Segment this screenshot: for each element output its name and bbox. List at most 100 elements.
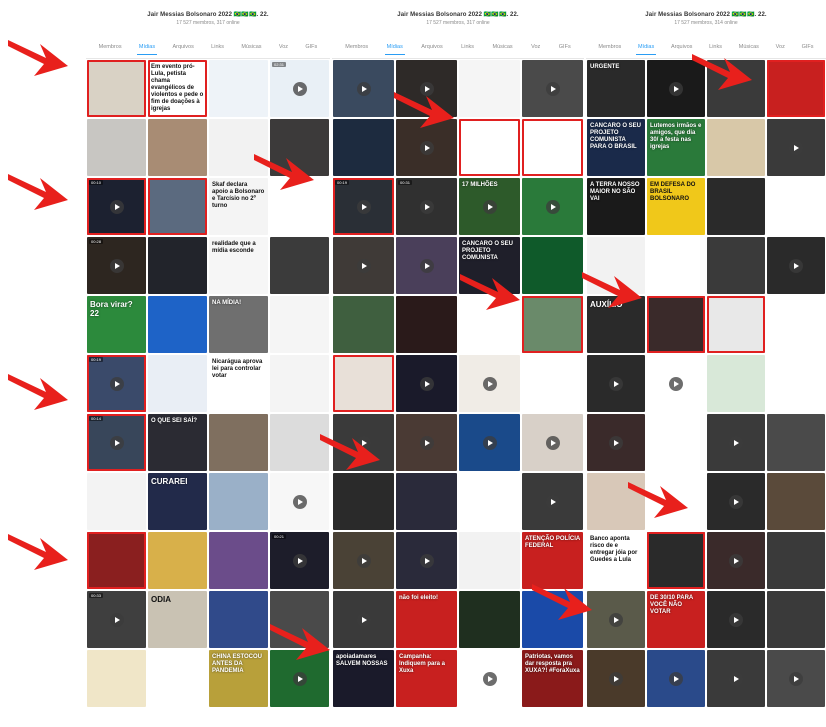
play-icon[interactable]: [729, 612, 743, 627]
media-thumbnail[interactable]: [767, 414, 825, 471]
media-thumbnail[interactable]: apoiadamares SALVEM NOSSAS: [333, 650, 394, 707]
media-thumbnail[interactable]: Banco aponta risco de e entregar jóia po…: [587, 532, 645, 589]
chat-header[interactable]: Jair Messias Bolsonaro 2022 🇧🇷🇧🇷🇧🇷. 22. 1…: [86, 0, 330, 36]
play-icon[interactable]: [419, 553, 434, 568]
media-thumbnail-video[interactable]: [459, 414, 520, 471]
media-thumbnail[interactable]: [459, 296, 520, 353]
play-icon[interactable]: [419, 376, 434, 391]
play-icon[interactable]: [729, 671, 743, 686]
play-icon[interactable]: [482, 671, 497, 686]
media-thumbnail[interactable]: CURAREI: [148, 473, 207, 530]
media-thumbnail[interactable]: [148, 650, 207, 707]
play-icon[interactable]: [419, 199, 434, 214]
media-thumbnail[interactable]: Campanha: Indiquem para a Xuxa: [396, 650, 457, 707]
play-icon[interactable]: [729, 553, 743, 568]
media-thumbnail[interactable]: [396, 473, 457, 530]
media-thumbnail[interactable]: [647, 532, 705, 589]
media-thumbnail[interactable]: [87, 60, 146, 117]
media-thumbnail-video[interactable]: [459, 355, 520, 412]
play-icon[interactable]: [545, 435, 560, 450]
tab-arquivos[interactable]: Arquivos: [170, 40, 195, 54]
media-thumbnail[interactable]: CANCARO O SEU PROJETO COMUNISTA: [459, 237, 520, 294]
media-thumbnail-video[interactable]: [396, 237, 457, 294]
play-icon[interactable]: [609, 612, 623, 627]
media-thumbnail[interactable]: [209, 532, 268, 589]
media-thumbnail[interactable]: NA MÍDIA!: [209, 296, 268, 353]
play-icon[interactable]: [292, 81, 307, 96]
tab-membros[interactable]: Membros: [596, 40, 623, 54]
media-thumbnail-video[interactable]: [396, 532, 457, 589]
media-thumbnail[interactable]: [333, 296, 394, 353]
media-thumbnail[interactable]: [148, 355, 207, 412]
tab-arquivos[interactable]: Arquivos: [419, 40, 444, 54]
media-thumbnail-video[interactable]: 00:14: [87, 414, 146, 471]
media-thumbnail-video[interactable]: [396, 60, 457, 117]
media-thumbnail[interactable]: [587, 473, 645, 530]
media-thumbnail-video[interactable]: [270, 650, 329, 707]
media-thumbnail[interactable]: [522, 355, 583, 412]
tab-msicas[interactable]: Músicas: [737, 40, 761, 54]
play-icon[interactable]: [419, 81, 434, 96]
play-icon[interactable]: [482, 435, 497, 450]
media-thumbnail[interactable]: [767, 355, 825, 412]
media-thumbnail-video[interactable]: [587, 650, 645, 707]
media-thumbnail[interactable]: Nicarágua aprova lei para controlar vota…: [209, 355, 268, 412]
play-icon[interactable]: [109, 199, 124, 214]
media-thumbnail[interactable]: [270, 591, 329, 648]
tab-mdias[interactable]: Mídias: [136, 40, 158, 55]
media-thumbnail[interactable]: [333, 355, 394, 412]
media-thumbnail[interactable]: [209, 60, 268, 117]
play-icon[interactable]: [729, 494, 743, 509]
media-thumbnail[interactable]: [270, 414, 329, 471]
media-thumbnail-video[interactable]: [767, 650, 825, 707]
tab-arquivos[interactable]: Arquivos: [669, 40, 694, 54]
tab-voz[interactable]: Voz: [529, 40, 542, 54]
media-thumbnail[interactable]: [647, 296, 705, 353]
tab-mdias[interactable]: Mídias: [384, 40, 405, 55]
media-thumbnail[interactable]: Em evento pró-Lula, petista chama evangé…: [148, 60, 207, 117]
media-thumbnail-video[interactable]: 00:19: [333, 178, 394, 235]
media-thumbnail-video[interactable]: [270, 473, 329, 530]
media-thumbnail[interactable]: [209, 414, 268, 471]
tab-voz[interactable]: Voz: [277, 40, 290, 54]
media-thumbnail[interactable]: [87, 650, 146, 707]
play-icon[interactable]: [729, 435, 743, 450]
media-thumbnail-video[interactable]: 00:21: [270, 532, 329, 589]
play-icon[interactable]: [419, 140, 434, 155]
media-thumbnail[interactable]: [647, 414, 705, 471]
media-thumbnail-video[interactable]: [707, 414, 765, 471]
tab-links[interactable]: Links: [459, 40, 476, 54]
media-thumbnail-video[interactable]: [647, 355, 705, 412]
media-thumbnail[interactable]: [647, 237, 705, 294]
media-thumbnail-video[interactable]: [333, 414, 394, 471]
media-thumbnail[interactable]: [148, 119, 207, 176]
media-thumbnail[interactable]: [396, 296, 457, 353]
media-thumbnail[interactable]: [148, 296, 207, 353]
media-thumbnail[interactable]: [587, 237, 645, 294]
play-icon[interactable]: [545, 81, 560, 96]
media-thumbnail[interactable]: [707, 119, 765, 176]
media-thumbnail[interactable]: realidade que a mídia esconde: [209, 237, 268, 294]
media-thumbnail[interactable]: [270, 355, 329, 412]
media-thumbnail-video[interactable]: 00:33: [87, 591, 146, 648]
media-thumbnail-video[interactable]: 00:10: [87, 178, 146, 235]
tab-gifs[interactable]: GIFs: [303, 40, 319, 54]
media-thumbnail[interactable]: DE 30/10 PARA VOCÊ NÃO VOTAR: [647, 591, 705, 648]
play-icon[interactable]: [292, 553, 307, 568]
play-icon[interactable]: [109, 612, 124, 627]
media-thumbnail-video[interactable]: [522, 414, 583, 471]
media-thumbnail[interactable]: [459, 119, 520, 176]
media-thumbnail[interactable]: [707, 355, 765, 412]
media-thumbnail-video[interactable]: 00:28: [87, 237, 146, 294]
media-thumbnail-video[interactable]: [707, 591, 765, 648]
media-thumbnail[interactable]: [767, 591, 825, 648]
media-thumbnail-video[interactable]: [459, 650, 520, 707]
media-thumbnail[interactable]: [459, 532, 520, 589]
play-icon[interactable]: [545, 494, 560, 509]
media-thumbnail[interactable]: [767, 296, 825, 353]
media-thumbnail[interactable]: [647, 473, 705, 530]
media-thumbnail[interactable]: [148, 532, 207, 589]
media-thumbnail-video[interactable]: [522, 60, 583, 117]
media-thumbnail-video[interactable]: [587, 591, 645, 648]
media-thumbnail[interactable]: [707, 60, 765, 117]
